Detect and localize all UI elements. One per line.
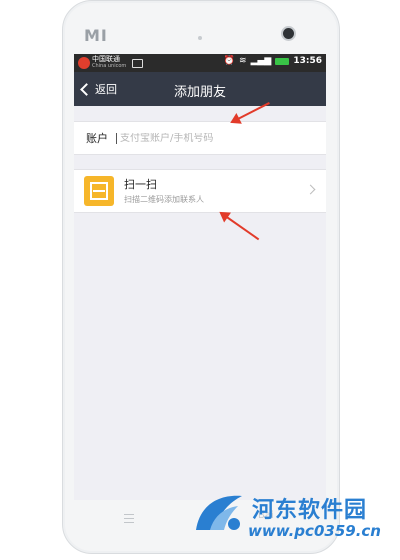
status-time: 13:56 (293, 56, 322, 66)
page-title: 添加朋友 (173, 85, 226, 100)
image-notification-icon (132, 58, 144, 68)
phone-sensor (198, 36, 202, 40)
scan-qr-icon (84, 176, 114, 206)
alarm-icon: ⏰ (223, 56, 236, 66)
status-icons: ⏰ ≋ ▂▄▆ 13:56 (224, 56, 322, 66)
carrier-name: 中国联通 China unicom (92, 55, 127, 70)
phone-brand-logo: MI (84, 26, 108, 45)
scan-qr-row[interactable]: 扫一扫 扫描二维码添加联系人 (74, 169, 326, 213)
watermark-title: 河东软件园 (252, 498, 368, 523)
account-input[interactable] (116, 132, 310, 144)
chevron-right-icon (305, 184, 316, 195)
scan-subtitle: 扫描二维码添加联系人 (124, 195, 204, 204)
menu-key-icon (124, 514, 134, 523)
top-navigation-bar: 返回 添加朋友 (74, 72, 326, 106)
account-label: 账户 (86, 132, 108, 145)
signal-icon: ▂▄▆ (250, 56, 272, 66)
wifi-icon: ≋ (239, 56, 247, 66)
battery-icon (275, 57, 290, 65)
watermark-url: www.pc0359.cn (248, 522, 381, 540)
scan-title: 扫一扫 (124, 178, 157, 191)
watermark-logo-icon (196, 495, 242, 530)
app-screen: 中国联通 China unicom ⏰ ≋ ▂▄▆ 13:56 返回 添加朋友 … (74, 54, 326, 500)
status-bar: 中国联通 China unicom ⏰ ≋ ▂▄▆ 13:56 (74, 54, 326, 72)
screenshot-stage: MI 中国联通 China unicom ⏰ ≋ ▂▄▆ 13:56 返回 添加… (0, 0, 400, 560)
front-camera (281, 26, 296, 41)
account-search-row: 账户 (74, 121, 326, 155)
carrier-subtitle: China unicom (92, 63, 127, 69)
carrier-logo-icon (78, 57, 90, 69)
